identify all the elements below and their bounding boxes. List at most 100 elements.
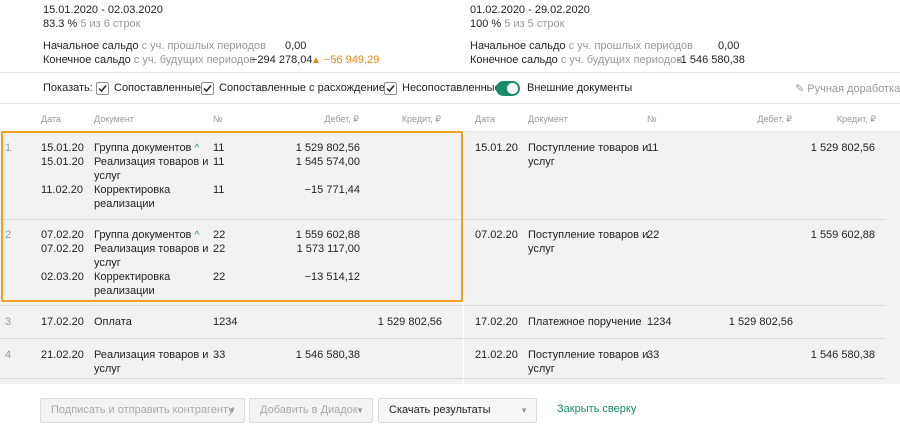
closing-diff-value: −56 949,29 <box>323 54 380 66</box>
checkmark-icon <box>98 85 107 93</box>
col-number-right: № <box>647 114 657 124</box>
left-number: 33 <box>213 349 226 361</box>
left-debit: −13 514,12 <box>304 271 360 283</box>
checkmark-icon <box>386 85 395 93</box>
left-date: 21.02.20 <box>41 349 84 361</box>
left-document: Корректировка <box>94 271 171 283</box>
col-document-left: Документ <box>94 114 134 124</box>
right-document: Поступление товаров и <box>528 142 649 154</box>
table-row[interactable]: 3 17.02.20 Оплата 1234 1 529 802,56 17.0… <box>0 306 900 338</box>
left-rows-info: 5 из 6 строк <box>80 18 141 30</box>
left-document[interactable]: Группа документов ^ <box>94 229 199 242</box>
right-percent: 100 % <box>470 18 502 30</box>
right-date: 15.01.20 <box>475 142 518 154</box>
right-date: 07.02.20 <box>475 229 518 241</box>
chevron-up-icon[interactable]: ^ <box>194 230 199 241</box>
right-number: 33 <box>647 349 660 361</box>
left-document[interactable]: Группа документов ^ <box>94 142 199 155</box>
matched-diff-label[interactable]: Сопоставленные с расхождением <box>219 82 392 94</box>
unmatched-label[interactable]: Несопоставленные <box>402 82 501 94</box>
left-closing-label: Конечное сальдо с уч. будущих периодов <box>43 54 255 66</box>
left-document: Корректировка <box>94 184 171 196</box>
manual-edit-button[interactable]: ✎ Ручная доработка <box>795 82 900 95</box>
right-number: 11 <box>647 142 659 154</box>
warning-triangle-icon: ▲ <box>311 55 321 66</box>
left-debit: 1 559 602,88 <box>295 229 360 241</box>
left-date: 11.02.20 <box>41 184 84 196</box>
left-closing-diff: ▲ −56 949,29 <box>311 54 379 66</box>
chevron-down-icon: ▼ <box>520 406 528 415</box>
footer-actions: Подписать и отправить контрагенту ▼ Доба… <box>0 384 900 430</box>
right-document-cont: услуг <box>528 156 555 168</box>
col-debit-right: Дебет, ₽ <box>757 114 792 124</box>
right-rows-info: 5 из 5 строк <box>504 18 565 30</box>
unmatched-checkbox[interactable] <box>384 82 397 95</box>
left-number: 11 <box>213 142 225 154</box>
add-diadoc-label: Добавить в Диадок <box>260 404 358 416</box>
col-number-left: № <box>213 114 223 124</box>
opening-label-text: Начальное сальдо <box>43 40 139 52</box>
filter-bar: Показать: Сопоставленные Сопоставленные … <box>0 72 900 104</box>
chevron-up-icon[interactable]: ^ <box>194 143 199 154</box>
left-document-cont: реализации <box>94 198 155 210</box>
right-document-cont: услуг <box>528 243 555 255</box>
left-debit: 1 529 802,56 <box>295 142 360 154</box>
right-document-cont: услуг <box>528 363 555 375</box>
external-docs-toggle[interactable] <box>496 81 520 96</box>
right-date: 17.02.20 <box>475 316 518 328</box>
left-number: 11 <box>213 184 225 196</box>
chevron-down-icon: ▼ <box>228 406 236 415</box>
close-reconciliation-link[interactable]: Закрыть сверку <box>557 403 636 415</box>
download-results-label: Скачать результаты сверки <box>389 404 491 430</box>
download-results-button[interactable]: Скачать результаты сверки ▼ <box>378 398 537 430</box>
chevron-down-icon: ▼ <box>356 406 364 415</box>
left-credit: 1 529 802,56 <box>377 316 442 328</box>
left-document-cont: реализации <box>94 285 155 297</box>
table-row[interactable]: 1 15.01.20 Группа документов ^ 11 1 529 … <box>0 132 900 219</box>
right-opening-label: Начальное сальдо с уч. прошлых периодов <box>470 40 693 52</box>
document-group-label: Группа документов <box>94 229 192 241</box>
row-divider <box>0 378 885 379</box>
left-document: Реализация товаров и <box>94 156 209 168</box>
add-diadoc-button[interactable]: Добавить в Диадок ▼ <box>249 398 373 423</box>
left-closing-value: −294 278,04 <box>251 54 313 66</box>
table-row[interactable]: 2 07.02.20 Группа документов ^ 22 1 559 … <box>0 220 900 305</box>
matched-label[interactable]: Сопоставленные <box>114 82 201 94</box>
left-date: 17.02.20 <box>41 316 84 328</box>
left-debit: 1 573 117,00 <box>296 243 360 255</box>
row-number: 3 <box>5 316 12 328</box>
opening-label-suffix: с уч. прошлых периодов <box>141 40 266 52</box>
col-debit-left: Дебет, ₽ <box>324 114 359 124</box>
left-number: 1234 <box>213 316 238 328</box>
right-debit: 1 529 802,56 <box>728 316 793 328</box>
document-group-label: Группа документов <box>94 142 192 154</box>
left-opening-value: 0,00 <box>285 40 307 52</box>
left-debit: −15 771,44 <box>304 184 360 196</box>
right-number: 22 <box>647 229 660 241</box>
right-closing-value: -1 546 580,38 <box>677 54 745 66</box>
right-credit: 1 559 602,88 <box>810 229 875 241</box>
col-credit-right: Кредит, ₽ <box>836 114 876 124</box>
left-number: 22 <box>213 271 226 283</box>
left-document: Реализация товаров и <box>94 349 209 361</box>
sign-send-button[interactable]: Подписать и отправить контрагенту ▼ <box>40 398 245 423</box>
left-document: Реализация товаров и <box>94 243 209 255</box>
matched-diff-checkbox[interactable] <box>201 82 214 95</box>
left-period: 15.01.2020 - 02.03.2020 <box>43 4 163 16</box>
col-date-right: Дата <box>475 114 495 124</box>
right-opening-value: 0,00 <box>718 40 740 52</box>
closing-label-text: Конечное сальдо <box>43 54 131 66</box>
left-number: 11 <box>213 156 225 168</box>
external-docs-label[interactable]: Внешние документы <box>527 82 632 94</box>
col-credit-left: Кредит, ₽ <box>401 114 441 124</box>
toggle-knob <box>507 83 518 94</box>
matched-checkbox[interactable] <box>96 82 109 95</box>
right-credit: 1 546 580,38 <box>810 349 875 361</box>
left-date: 15.01.20 <box>41 142 84 154</box>
summary-header: 15.01.2020 - 02.03.2020 83.3 % 5 из 6 ст… <box>0 0 900 72</box>
left-date: 07.02.20 <box>41 229 84 241</box>
row-number: 1 <box>5 142 12 154</box>
opening-label-suffix: с уч. прошлых периодов <box>568 40 693 52</box>
col-date-left: Дата <box>41 114 61 124</box>
opening-label-text: Начальное сальдо <box>470 40 566 52</box>
